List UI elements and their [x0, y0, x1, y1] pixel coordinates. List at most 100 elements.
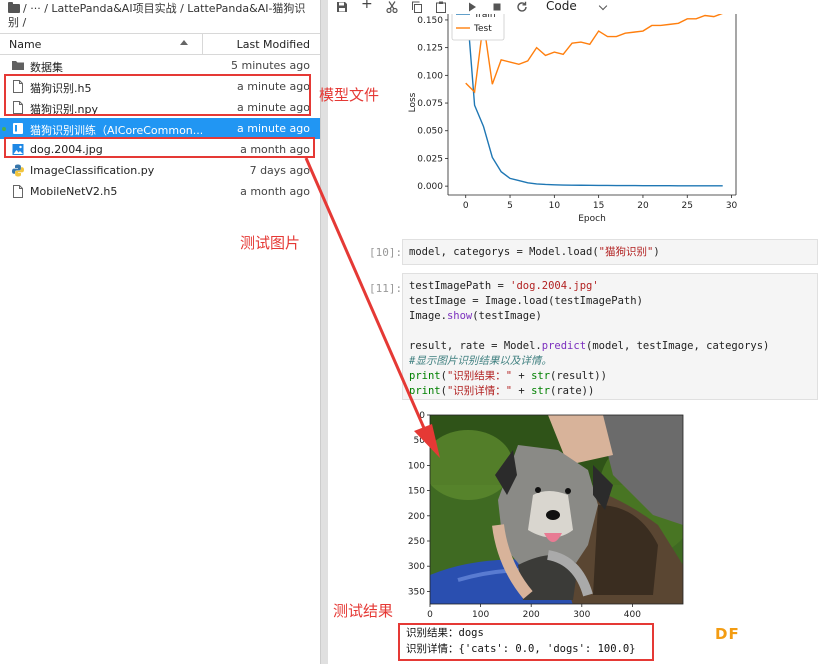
- file-row-training-notebook[interactable]: 猫狗识别训练（AICoreCommon... a minute ago: [0, 118, 320, 139]
- breadcrumb-path-wrap[interactable]: 别 /: [8, 16, 26, 29]
- code-token: (result)): [550, 370, 607, 382]
- code-line: print("识别详情：" + str(rate)): [409, 384, 594, 399]
- code-token: model, categorys = Model.load(: [409, 246, 599, 258]
- code-token: +: [512, 385, 532, 397]
- y-axis-label: Loss: [408, 92, 418, 112]
- code-token: testImagePath =: [409, 280, 511, 292]
- y-tick-label: 0.125: [417, 44, 443, 54]
- model-files-highlight: [4, 74, 311, 116]
- test-result-label: 测试结果: [333, 602, 394, 620]
- cell-type-select[interactable]: Code: [546, 0, 577, 13]
- watermark-logo: DF: [715, 625, 740, 643]
- x-tick-label: 200: [523, 610, 540, 620]
- cut-icon[interactable]: [386, 1, 398, 13]
- x-tick-label: 0: [427, 610, 433, 620]
- code-method: show: [446, 310, 473, 322]
- y-tick-label: 0: [419, 411, 425, 421]
- restart-icon[interactable]: [516, 1, 528, 13]
- code-builtin: print: [409, 385, 441, 397]
- x-tick-label: 100: [472, 610, 489, 620]
- y-tick-label: 200: [408, 512, 425, 522]
- code-string: "识别详情：": [446, 385, 513, 397]
- y-tick-label: 50: [414, 436, 426, 446]
- code-line: testImage = Image.load(testImagePath): [409, 294, 643, 309]
- x-tick-label: 300: [573, 610, 590, 620]
- code-token: (testImage): [472, 310, 542, 322]
- file-row-python-script[interactable]: ImageClassification.py 7 days ago: [0, 160, 320, 181]
- y-tick-label: 350: [408, 587, 425, 597]
- add-cell-icon[interactable]: +: [361, 0, 373, 11]
- x-tick-label: 5: [507, 201, 513, 211]
- breadcrumb-path[interactable]: / ··· / LattePanda&AI项目实战 / LattePanda&A…: [23, 2, 305, 15]
- y-tick-label: 0.050: [417, 127, 443, 137]
- test-result-highlight: [398, 623, 654, 661]
- code-token: (model, testImage, categorys): [586, 340, 770, 352]
- y-tick-label: 0.075: [417, 99, 443, 109]
- x-tick-label: 25: [682, 201, 693, 211]
- cell-prompt: [10]:: [369, 246, 403, 259]
- code-token: ): [653, 246, 660, 258]
- code-string: 'dog.2004.jpg': [510, 280, 599, 292]
- y-tick-label: 0.100: [417, 71, 443, 81]
- code-cell-predict[interactable]: testImagePath = 'dog.2004.jpg' testImage…: [402, 273, 818, 400]
- code-method: predict: [541, 340, 587, 352]
- x-axis-label: Epoch: [578, 214, 606, 224]
- folder-icon: [12, 61, 24, 70]
- folder-icon[interactable]: [8, 2, 20, 13]
- code-builtin: str: [531, 385, 551, 397]
- code-line: testImagePath = 'dog.2004.jpg': [409, 279, 599, 294]
- code-token: result, rate = Model.: [409, 340, 542, 352]
- file-name: MobileNetV2.h5: [30, 185, 118, 198]
- y-tick-label: 150: [408, 487, 425, 497]
- notebook-panel: 0 5 10 15 20 25 30 0.000 0.025 0.050 0.075 0.100 0.1…: [328, 0, 823, 664]
- code-line: model, categorys = Model.load("猫狗识别"): [409, 245, 660, 260]
- code-line: Image.show(testImage): [409, 309, 542, 324]
- file-name: 猫狗识别训练（AICoreCommon...: [30, 124, 202, 137]
- modified-column-header[interactable]: Last Modified: [237, 38, 310, 51]
- test-image-label: 测试图片: [240, 234, 301, 252]
- loss-chart: 0 5 10 15 20 25 30 0.000 0.025 0.050 0.075 0.100 0.1…: [408, 0, 738, 224]
- code-comment: #显示图片识别结果以及详情。: [409, 355, 552, 367]
- legend-label: Test: [473, 24, 492, 34]
- file-row-mobilenet[interactable]: MobileNetV2.h5 a month ago: [0, 181, 320, 202]
- model-files-label: 模型文件: [319, 86, 380, 104]
- breadcrumb: / ··· / LattePanda&AI项目实战 / LattePanda&A…: [8, 2, 314, 30]
- code-string: "识别结果：": [446, 370, 513, 382]
- code-line: result, rate = Model.predict(model, test…: [409, 339, 769, 354]
- code-builtin: str: [531, 370, 551, 382]
- dog-photo: [430, 415, 683, 604]
- file-modified: a month ago: [240, 185, 310, 198]
- file-name: ImageClassification.py: [30, 164, 155, 177]
- x-tick-label: 15: [593, 201, 604, 211]
- code-string: "猫狗识别": [598, 246, 654, 258]
- code-cell-load-model[interactable]: model, categorys = Model.load("猫狗识别"): [402, 239, 818, 265]
- y-tick-label: 300: [408, 562, 425, 572]
- file-modified: 5 minutes ago: [231, 59, 310, 72]
- x-tick-label: 0: [463, 201, 469, 211]
- sort-asc-icon[interactable]: [180, 40, 188, 45]
- name-column-header[interactable]: Name: [9, 38, 41, 51]
- python-icon: [12, 164, 24, 177]
- paste-icon[interactable]: [435, 1, 447, 13]
- file-row-dataset-folder[interactable]: 数据集 5 minutes ago: [0, 55, 320, 76]
- copy-icon[interactable]: [411, 1, 423, 13]
- chevron-down-icon[interactable]: [598, 1, 608, 11]
- code-token: +: [512, 370, 532, 382]
- image-output-axes: 0 100 200 300 400 0 50 100 150 200 250 300 350: [408, 411, 684, 620]
- file-modified: 7 days ago: [249, 164, 310, 177]
- file-modified: a minute ago: [237, 122, 310, 135]
- x-tick-label: 400: [624, 610, 641, 620]
- test-image-highlight: [4, 137, 315, 158]
- file-name: 数据集: [30, 61, 63, 74]
- x-tick-label: 10: [549, 201, 561, 211]
- y-tick-label: 0.150: [417, 16, 443, 26]
- column-divider[interactable]: [202, 34, 203, 55]
- save-icon[interactable]: [336, 1, 348, 13]
- y-tick-label: 100: [408, 461, 425, 471]
- notebook-icon: [13, 123, 23, 134]
- y-tick-label: 0.000: [417, 182, 443, 192]
- stop-icon[interactable]: [491, 1, 503, 13]
- code-token: testImage = Image.load(testImagePath): [409, 295, 643, 307]
- x-tick-label: 30: [726, 201, 738, 211]
- run-icon[interactable]: [466, 1, 478, 13]
